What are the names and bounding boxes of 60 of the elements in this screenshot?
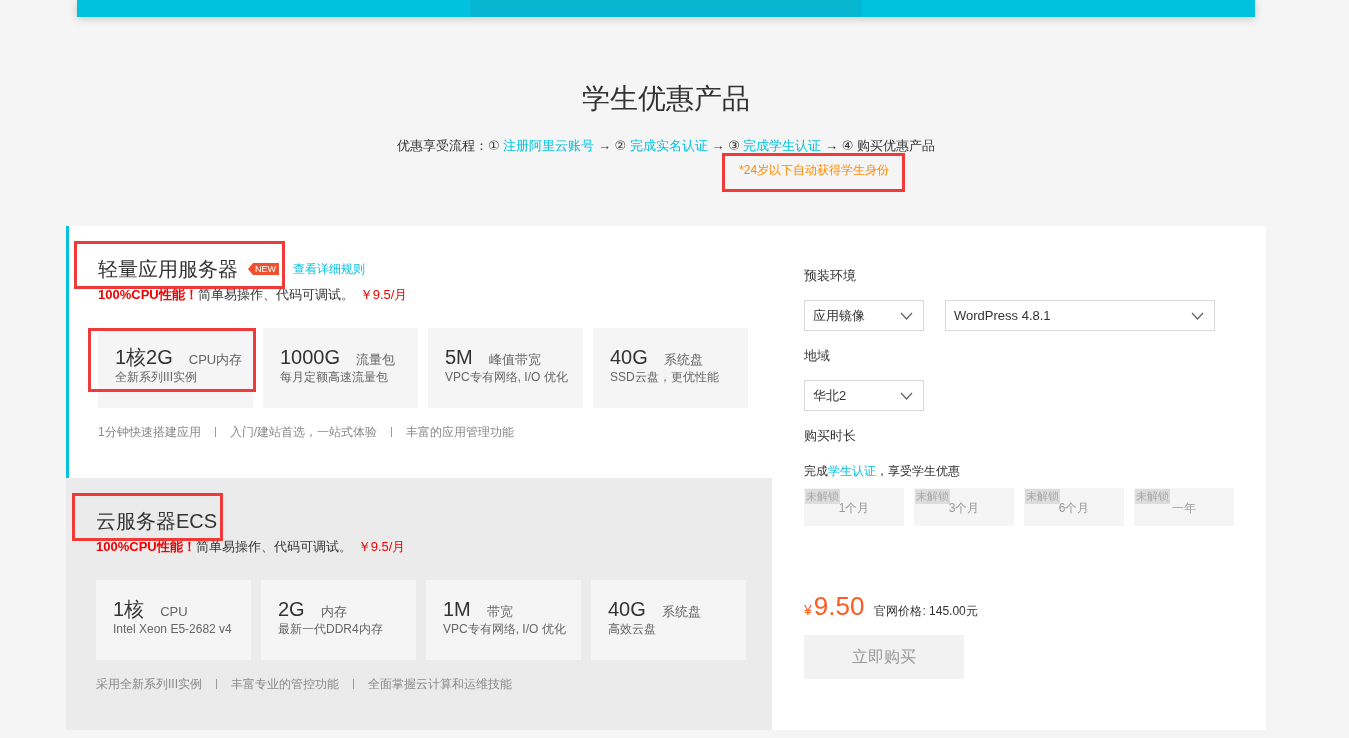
student-verify-link[interactable]: 学生认证 xyxy=(828,464,876,478)
product-title: 云服务器ECS xyxy=(96,509,218,534)
spec-unit: CPU内存 xyxy=(188,351,243,369)
spec-value: 1000G xyxy=(280,345,341,369)
spec-value: 40G xyxy=(608,597,646,621)
tab[interactable] xyxy=(862,0,1255,17)
process-steps-text: 优惠享受流程：① 注册阿里云账号 → ② 完成实名认证 → ③ 完成学生认证 → ④ 购买优惠产品 xyxy=(397,137,935,155)
spec-unit: 流量包 xyxy=(356,351,396,369)
spec-value: 1核2G xyxy=(115,345,173,369)
spec-value: 1M xyxy=(443,597,471,621)
tab[interactable] xyxy=(77,0,470,17)
spec-detail: 高效云盘 xyxy=(608,621,657,637)
student-hint-text: 完成学生认证，享受学生优惠 xyxy=(804,463,960,480)
feature-text: 入门/建站首选，一站式体验 xyxy=(229,424,378,441)
spec-detail: 每月定额高速流量包 xyxy=(280,369,389,385)
dropdown[interactable]: WordPress 4.8.1 xyxy=(945,300,1215,331)
page-title: 学生优惠产品 xyxy=(582,82,750,116)
product-panel[interactable]: 云服务器ECS 100%CPU性能！简单易操作、代码可调试。 ￥9.5/月 1核 CPU Intel Xeon E5-2682 v4 2G 内存 最新一代DDR4内存 1M 带宽 VPC专有网络, I/O 优化 40G 系统盘 高效云盘 采用全新系列III实例 丰富专业的管控功能 全面掌握云计算和运维技能 xyxy=(66,478,772,730)
student-note-text: *24岁以下自动获得学生身份 xyxy=(739,162,890,179)
field-label: 地域 xyxy=(804,347,830,365)
field-label: 购买时长 xyxy=(804,427,856,445)
chevron-down-icon xyxy=(1191,311,1204,320)
price-text: ¥9.50 xyxy=(804,591,865,623)
product-panel[interactable]: 轻量应用服务器 NEW 查看详细规则 100%CPU性能！简单易操作、代码可调试。 ￥9.5/月 1核2G CPU内存 全新系列III实例 1000G 流量包 每月定额高速流量包 5M 峰值带宽 VPC专有网络, I/O 优化 40G 系统盘 SSD云盘，更优性能 1分钟快速搭建应用 入门/建站首选，一站式体验 丰富的应用管理功能 xyxy=(66,226,772,478)
feature-text: 采用全新系列III实例 xyxy=(96,676,202,693)
spec-detail: VPC专有网络, I/O 优化 xyxy=(445,369,569,385)
field-label: 预装环境 xyxy=(804,267,856,285)
tagline-text: 100%CPU性能！简单易操作、代码可调试。 ￥9.5/月 xyxy=(96,538,407,556)
chevron-down-icon xyxy=(900,311,913,320)
dropdown[interactable]: 华北2 xyxy=(804,380,924,411)
feature-text: 全面掌握云计算和运维技能 xyxy=(368,676,512,693)
spec-unit: 系统盘 xyxy=(663,351,703,369)
spec-detail: 最新一代DDR4内存 xyxy=(278,621,384,637)
step-link[interactable]: 完成学生认证 xyxy=(743,138,822,153)
spec-unit: CPU xyxy=(160,604,188,619)
list-price-text: 官网价格: 145.00元 xyxy=(874,603,978,620)
new-badge: NEW xyxy=(248,263,279,275)
spec-detail: SSD云盘，更优性能 xyxy=(610,369,720,385)
feature-text: 丰富的应用管理功能 xyxy=(406,424,515,441)
feature-text: 1分钟快速搭建应用 xyxy=(98,424,201,441)
chevron-down-icon xyxy=(900,391,913,400)
spec-detail: Intel Xeon E5-2682 v4 xyxy=(113,621,233,637)
tab[interactable] xyxy=(469,0,863,17)
spec-value: 40G xyxy=(610,345,648,369)
dropdown[interactable]: 应用镜像 xyxy=(804,300,924,331)
spec-unit: 系统盘 xyxy=(661,603,701,621)
spec-unit: 带宽 xyxy=(486,603,513,621)
spec-unit: 峰值带宽 xyxy=(488,351,541,369)
spec-detail: 全新系列III实例 xyxy=(115,369,198,385)
feature-text: 丰富专业的管控功能 xyxy=(231,676,339,693)
rules-link[interactable]: 查看详细规则 xyxy=(293,260,365,278)
spec-value: 2G xyxy=(278,597,305,621)
step-link[interactable]: 完成实名认证 xyxy=(629,138,708,153)
spec-value: 5M xyxy=(445,345,473,369)
spec-value: 1核 xyxy=(113,597,145,621)
spec-detail: VPC专有网络, I/O 优化 xyxy=(443,621,567,637)
product-title: 轻量应用服务器 xyxy=(98,257,238,282)
step-link[interactable]: 注册阿里云账号 xyxy=(503,138,595,153)
tagline-text: 100%CPU性能！简单易操作、代码可调试。 ￥9.5/月 xyxy=(98,286,409,304)
spec-unit: 内存 xyxy=(320,603,347,621)
